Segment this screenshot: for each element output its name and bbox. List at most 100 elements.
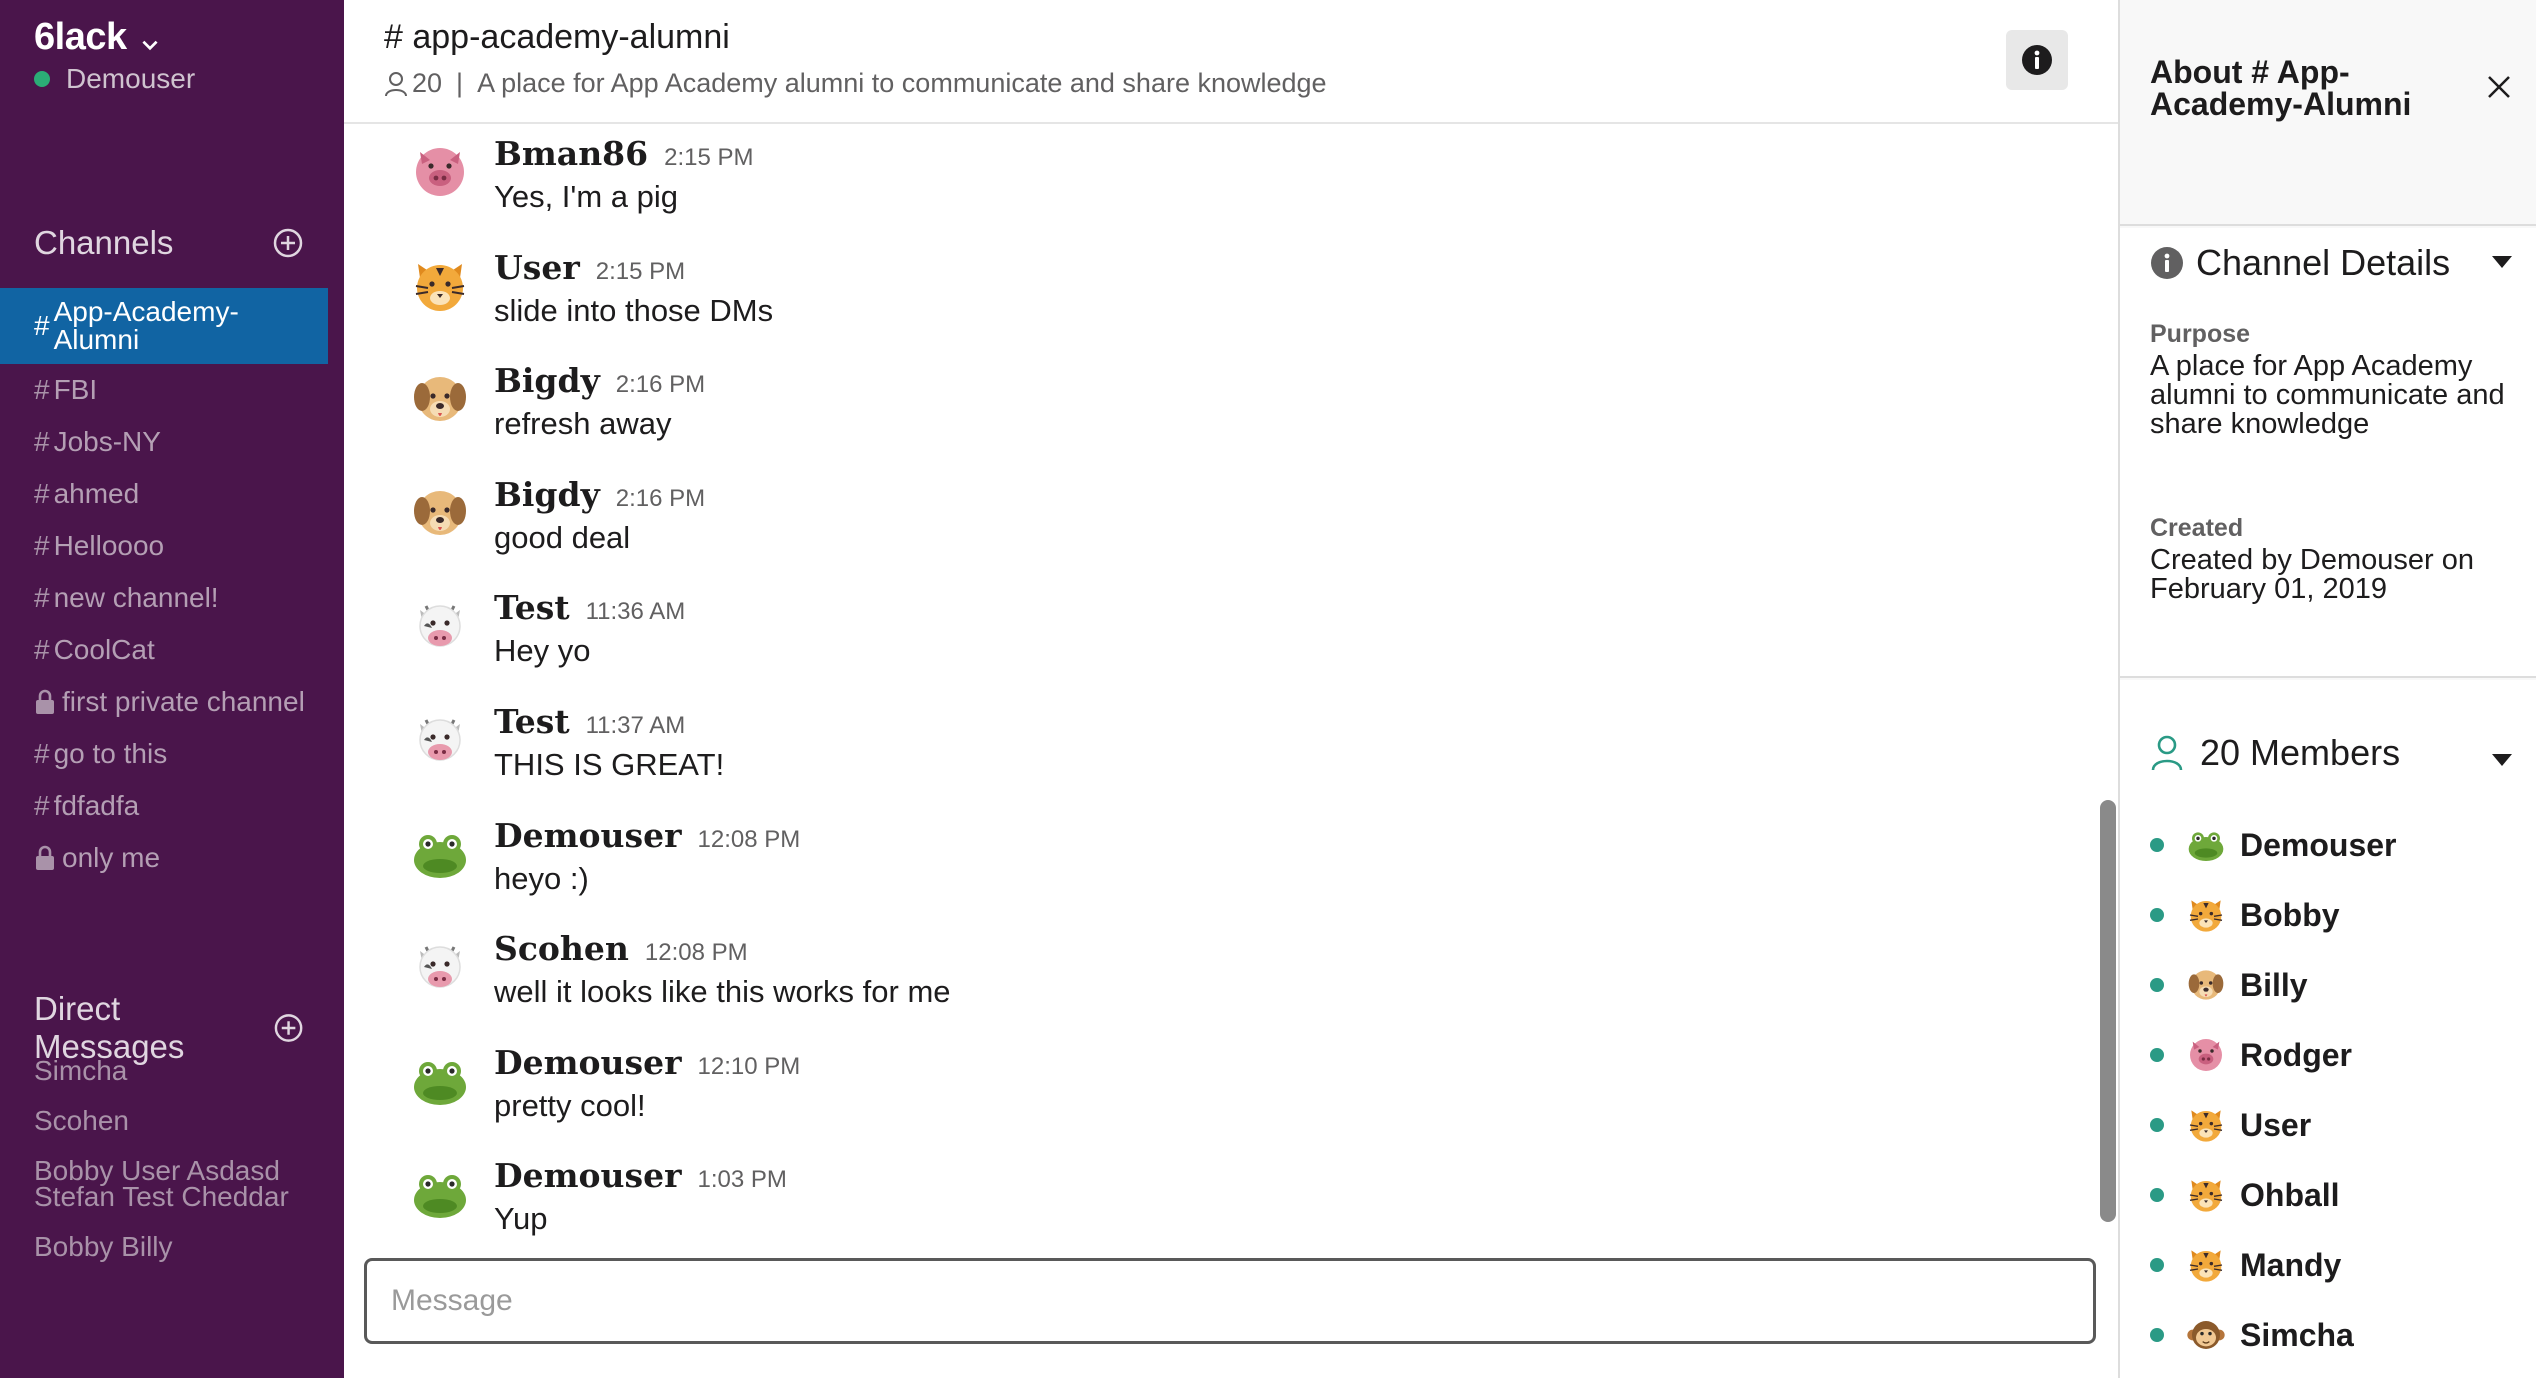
channel-label: FBI xyxy=(53,374,98,405)
sidebar-channel-item[interactable]: # new channel! xyxy=(0,572,328,624)
online-status-icon xyxy=(34,71,50,87)
message-author[interactable]: Scohen xyxy=(494,929,629,968)
add-channel-icon[interactable] xyxy=(272,227,304,259)
message-time: 2:15 PM xyxy=(664,144,754,171)
panel-title: About # App-Academy-Alumni xyxy=(2150,54,2412,122)
member-status-icon xyxy=(2150,1258,2164,1272)
channel-details-section: Channel Details Purpose A place for App … xyxy=(2120,228,2536,678)
app-root: 6lack Demouser Channels # App-Academy-Alu… xyxy=(0,0,2536,1378)
member-name: Ohball xyxy=(2240,1176,2340,1213)
add-dm-icon[interactable] xyxy=(273,1012,304,1044)
message-text: Hey yo xyxy=(494,633,591,669)
sidebar-channel-item[interactable]: first private channel xyxy=(0,676,328,728)
message-time: 11:36 AM xyxy=(585,598,686,626)
sidebar-dm-item[interactable]: Scohen xyxy=(34,1107,314,1135)
message-text: THIS IS GREAT! xyxy=(494,747,725,782)
sidebar-channel-item[interactable]: # FBI xyxy=(0,364,328,416)
message-time: 2:16 PM xyxy=(615,484,706,512)
member-name: Billy xyxy=(2240,966,2308,1003)
dm-list: Simcha Scohen Bobby User Asdasd Stefan Tes… xyxy=(34,1057,314,1284)
member-status-icon xyxy=(2150,1188,2164,1202)
sidebar-channel-item[interactable]: # ahmed xyxy=(0,468,328,520)
info-icon xyxy=(2151,247,2183,279)
member-item[interactable]: User xyxy=(2150,1090,2397,1160)
member-item[interactable]: Bobby xyxy=(2150,880,2397,950)
hash-icon: # xyxy=(34,374,50,405)
channel-label: Jobs-NY xyxy=(53,426,161,457)
message-body: Scohen 12:08 PM well it looks like this wo… xyxy=(494,929,951,1010)
message-header: Bman86 2:15 PM xyxy=(494,134,754,173)
channel-meta: 20 | A place for App Academy alumni to c… xyxy=(384,68,1327,99)
avatar xyxy=(419,719,461,761)
message-author[interactable]: Demouser xyxy=(494,1043,682,1082)
message-body: Demouser 12:08 PM heyo :) xyxy=(494,816,800,897)
message-time: 11:37 AM xyxy=(585,712,686,739)
message-list: Bman86 2:15 PM Yes, I'm a pig User 2:15 PM sl… xyxy=(344,126,2118,1252)
member-item[interactable]: Rodger xyxy=(2150,1020,2397,1090)
close-icon[interactable] xyxy=(2484,72,2514,102)
message-item: Demouser 12:10 PM pretty cool! xyxy=(410,1043,800,1124)
member-item[interactable]: Demouser xyxy=(2150,810,2397,880)
info-icon xyxy=(2022,45,2052,75)
panel-header: About # App-Academy-Alumni xyxy=(2120,0,2536,226)
message-author[interactable]: Test xyxy=(494,588,570,627)
sidebar-channel-item[interactable]: only me xyxy=(0,832,328,884)
avatar xyxy=(419,605,461,648)
message-scrollbar[interactable] xyxy=(2100,800,2116,1222)
message-composer[interactable] xyxy=(364,1258,2096,1344)
message-header: Demouser 12:10 PM xyxy=(494,1043,800,1082)
message-author[interactable]: Bigdy xyxy=(494,361,600,400)
member-item[interactable]: Simcha xyxy=(2150,1300,2397,1370)
team-menu[interactable]: 6lack Demouser xyxy=(34,16,195,95)
member-item[interactable]: Billy xyxy=(2150,950,2397,1020)
member-item[interactable]: Ohball xyxy=(2150,1160,2397,1230)
message-author[interactable]: Test xyxy=(494,702,570,741)
message-item: Bigdy 2:16 PM refresh away xyxy=(410,361,705,442)
member-avatar xyxy=(2190,1039,2222,1071)
member-count-icon[interactable] xyxy=(384,71,408,97)
hash-icon: # xyxy=(34,310,50,341)
members-title: 20 Members xyxy=(2200,732,2401,773)
sidebar-dm-item[interactable]: Simcha xyxy=(34,1057,314,1085)
sidebar-channel-item[interactable]: # App-Academy-Alumni xyxy=(0,288,328,364)
message-author[interactable]: User xyxy=(494,248,580,287)
message-author[interactable]: Bman86 xyxy=(494,134,648,173)
message-input[interactable] xyxy=(367,1261,2093,1341)
caret-down-icon[interactable] xyxy=(2492,754,2512,766)
sidebar-channel-item[interactable]: # fdfadfa xyxy=(0,780,328,832)
message-body: User 2:15 PM slide into those DMs xyxy=(494,248,773,329)
sidebar-channel-item[interactable]: # CoolCat xyxy=(0,624,328,676)
message-author[interactable]: Demouser xyxy=(494,1156,682,1195)
members-header[interactable]: 20 Members xyxy=(2150,732,2512,774)
main-pane: # app-academy-alumni 20 | A place for Ap… xyxy=(344,0,2118,1378)
lock-icon xyxy=(36,689,54,714)
channel-info-button[interactable] xyxy=(2006,30,2068,90)
member-status-icon xyxy=(2150,908,2164,922)
current-user: Demouser xyxy=(34,63,195,95)
sidebar-dm-item[interactable]: Bobby User Asdasd Stefan Test Cheddar xyxy=(34,1157,314,1211)
sidebar-dm-item[interactable]: Bobby Billy xyxy=(34,1233,314,1261)
avatar xyxy=(414,490,466,535)
channels-header: Channels xyxy=(34,224,304,262)
channel-details-header[interactable]: Channel Details xyxy=(2150,242,2512,284)
sidebar-channel-item[interactable]: # Helloooo xyxy=(0,520,328,572)
member-list: Demouser Bobby Billy Rodger User Ohball Mandy S… xyxy=(2150,810,2397,1370)
current-user-name: Demouser xyxy=(66,63,196,94)
member-item[interactable]: Mandy xyxy=(2150,1230,2397,1300)
member-count[interactable]: 20 xyxy=(412,68,442,99)
avatar xyxy=(414,377,466,422)
sidebar-channel-item[interactable]: # go to this xyxy=(0,728,328,780)
channels-header-label[interactable]: Channels xyxy=(34,224,173,262)
purpose-text: A place for App Academy alumni to commun… xyxy=(2150,350,2505,440)
message-author[interactable]: Bigdy xyxy=(494,475,600,514)
avatar xyxy=(414,1175,466,1219)
message-body: Test 11:36 AM Hey yo xyxy=(494,588,685,669)
message-time: 2:15 PM xyxy=(595,257,686,285)
message-header: Demouser 12:08 PM xyxy=(494,816,800,855)
channel-purpose: A place for App Academy alumni to commun… xyxy=(477,68,1327,98)
sidebar-channel-item[interactable]: # Jobs-NY xyxy=(0,416,328,468)
member-status-icon xyxy=(2150,1328,2164,1342)
message-author[interactable]: Demouser xyxy=(494,816,682,855)
message-header: Scohen 12:08 PM xyxy=(494,929,951,968)
caret-down-icon[interactable] xyxy=(2492,256,2512,268)
